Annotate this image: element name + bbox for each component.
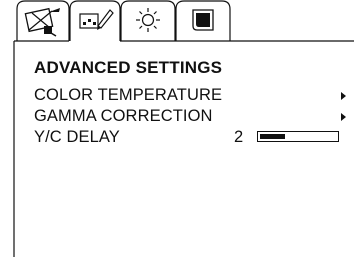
menu-item-gamma-correction[interactable]: GAMMA CORRECTION (34, 107, 346, 127)
menu-item-yc-delay[interactable]: Y/C DELAY 2 (34, 128, 346, 148)
tab-advanced[interactable] (69, 0, 121, 43)
submenu-arrow-icon (341, 92, 346, 100)
screen-icon (192, 9, 214, 31)
osd-menu-frame: ADVANCED SETTINGS COLOR TEMPERATURE GAMM… (0, 0, 354, 257)
tab-screen[interactable] (175, 0, 231, 43)
menu-item-label: GAMMA CORRECTION (34, 107, 213, 125)
slider-fill (260, 134, 285, 139)
yc-delay-slider[interactable] (257, 131, 339, 142)
yc-delay-value: 2 (234, 128, 244, 146)
menu-item-color-temperature[interactable]: COLOR TEMPERATURE (34, 86, 346, 106)
menu-item-label: COLOR TEMPERATURE (34, 86, 223, 104)
menu-title: ADVANCED SETTINGS (34, 58, 223, 77)
advanced-settings-icon (79, 9, 114, 30)
tab-picture[interactable] (16, 0, 70, 43)
submenu-arrow-icon (341, 113, 346, 121)
picture-setting-icon (24, 7, 60, 37)
tab-brightness[interactable] (120, 0, 176, 43)
brightness-icon (136, 8, 160, 32)
menu-item-label: Y/C DELAY (34, 128, 120, 146)
